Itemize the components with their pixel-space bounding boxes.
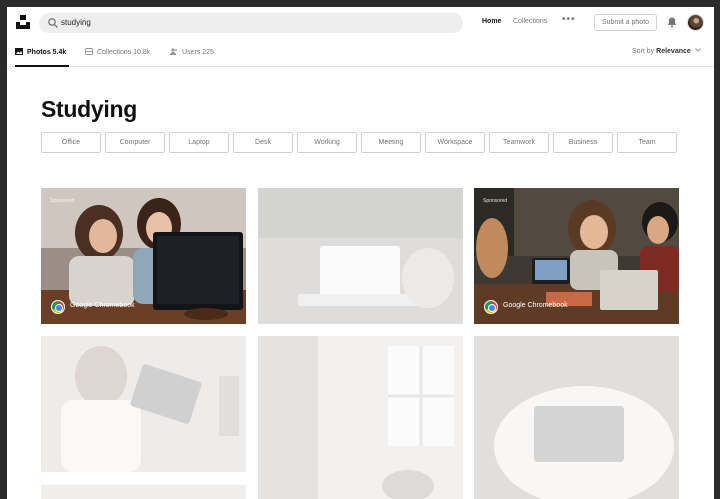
photo-card[interactable] [258, 188, 463, 324]
tab-collections[interactable]: Collections 10.8k [85, 48, 150, 67]
photo-image [41, 336, 246, 472]
photo-image [258, 336, 463, 499]
photo-image [258, 188, 463, 324]
photo-card[interactable] [258, 336, 463, 499]
photo-image [474, 336, 679, 499]
nav-home-link[interactable]: Home [482, 18, 501, 25]
photo-card[interactable] [41, 336, 246, 472]
related-chip-computer[interactable]: Computer [105, 132, 165, 153]
search-icon [48, 18, 58, 28]
photos-icon [15, 48, 23, 55]
nav-collections-link[interactable]: Collections [513, 18, 547, 25]
photo-image [41, 485, 246, 499]
top-bar: studying Home Collections ••• Submit a p… [7, 7, 714, 39]
related-chip-team[interactable]: Team [617, 132, 677, 153]
related-chip-desk[interactable]: Desk [233, 132, 293, 153]
sponsored-label: Sponsored [483, 198, 508, 204]
related-chip-teamwork[interactable]: Teamwork [489, 132, 549, 153]
chrome-icon [51, 300, 65, 314]
tab-collections-label: Collections 10.8k [97, 49, 151, 56]
chevron-down-icon [694, 48, 701, 52]
search-bar[interactable]: studying [39, 13, 463, 33]
page-title: Studying [41, 96, 137, 122]
sponsored-label: Sponsored [50, 198, 75, 204]
tab-users-label: Users 225 [182, 49, 214, 56]
bell-icon[interactable] [666, 16, 678, 28]
photo-card[interactable] [474, 336, 679, 499]
sort-value: Relevance [656, 48, 691, 55]
submit-photo-button[interactable]: Submit a photo [594, 14, 657, 31]
chrome-icon [484, 300, 498, 314]
search-input[interactable]: studying [61, 16, 91, 29]
sponsor-name: Google Chromebook [503, 302, 568, 309]
sort-prefix: Sort by [632, 48, 655, 55]
more-menu-button[interactable]: ••• [562, 14, 576, 25]
users-icon [170, 48, 178, 55]
avatar[interactable] [687, 14, 704, 31]
sponsor-name: Google Chromebook [70, 302, 135, 309]
unsplash-logo-icon[interactable] [15, 14, 31, 30]
related-chip-workspace[interactable]: Workspace [425, 132, 485, 153]
related-chip-laptop[interactable]: Laptop [169, 132, 229, 153]
tab-users[interactable]: Users 225 [170, 48, 214, 67]
collections-icon [85, 48, 93, 55]
related-chip-business[interactable]: Business [553, 132, 613, 153]
photo-card[interactable] [41, 485, 246, 499]
search-filter-bar: Photos 5.4k Collections 10.8k Users 225 … [7, 43, 714, 67]
app-window: studying Home Collections ••• Submit a p… [7, 7, 714, 499]
tab-photos-label: Photos 5.4k [27, 49, 67, 56]
related-chip-meeting[interactable]: Meeting [361, 132, 421, 153]
related-chip-office[interactable]: Office [41, 132, 101, 153]
photo-card-sponsored[interactable]: Sponsored Google Chromebook [41, 188, 246, 324]
photo-card-sponsored[interactable]: Sponsored Google Chromebook [474, 188, 679, 324]
related-chip-working[interactable]: Working [297, 132, 357, 153]
tab-photos[interactable]: Photos 5.4k [15, 48, 69, 67]
sort-dropdown[interactable]: Sort by Relevance [632, 48, 701, 55]
